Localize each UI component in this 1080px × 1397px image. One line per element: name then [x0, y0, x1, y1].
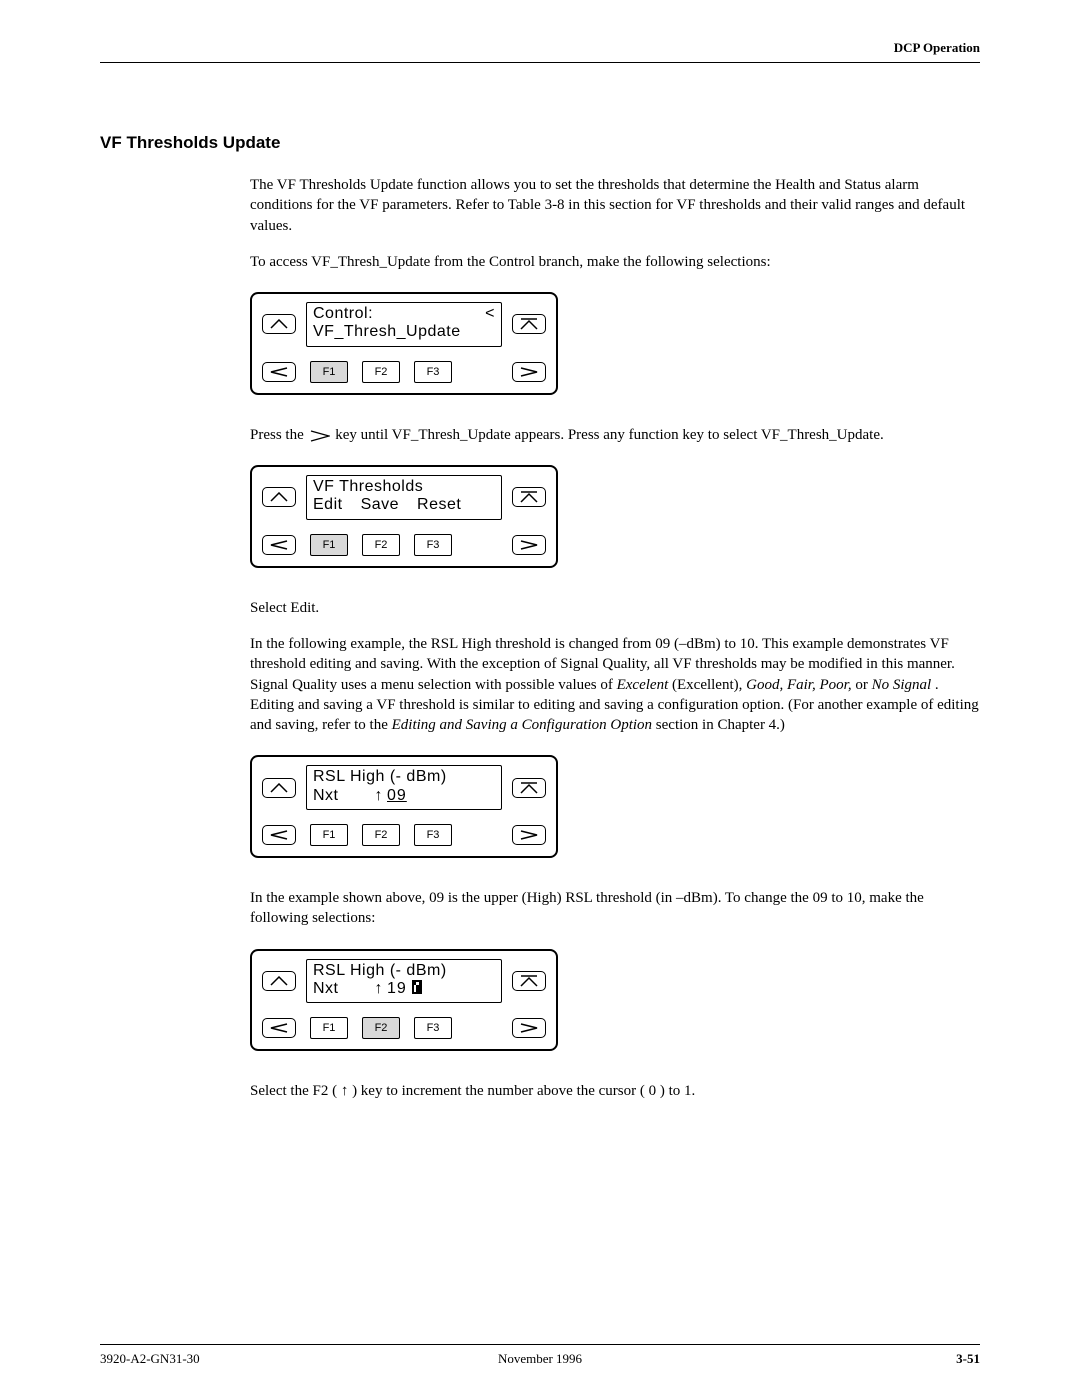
paragraph-3: Press the key until VF_Thresh_Update app…: [250, 425, 980, 445]
p5-excelent: Excelent: [617, 677, 669, 693]
f1-key: F1: [310, 534, 348, 556]
screen-opt-edit: Edit: [313, 496, 343, 514]
screen-opt-reset: Reset: [417, 496, 461, 514]
paragraph-5: In the following example, the RSL High t…: [250, 634, 980, 735]
up-key-icon: [262, 778, 296, 798]
lcd-screen: VF Thresholds Edit Save Reset: [306, 475, 502, 520]
para3a: Press the: [250, 427, 308, 443]
right-key-icon: [512, 825, 546, 845]
up-bar-key-icon: [512, 487, 546, 507]
paragraph-1: The VF Thresholds Update function allows…: [250, 175, 980, 236]
up-bar-key-icon: [512, 314, 546, 334]
left-key-icon: [262, 535, 296, 555]
lcd-panel-rsl-09: RSL High (- dBm) Nxt ↑ 09 F1 F2: [250, 755, 558, 858]
f1-key: F1: [310, 361, 348, 383]
f2-key: F2: [362, 824, 400, 846]
cursor-icon: [412, 980, 422, 994]
footer-date: November 1996: [498, 1351, 582, 1367]
section-title: VF Thresholds Update: [100, 133, 980, 153]
f1-key: F1: [310, 1017, 348, 1039]
lcd-panel-control: Control: < VF_Thresh_Update F1 F2 F3: [250, 292, 558, 395]
screen-nxt: Nxt: [313, 787, 355, 805]
screen-line1: RSL High (- dBm): [313, 768, 495, 786]
p5c: or: [855, 677, 871, 693]
lcd-screen: Control: < VF_Thresh_Update: [306, 302, 502, 347]
screen-value: 19: [387, 980, 422, 998]
f3-key: F3: [414, 361, 452, 383]
lcd-screen: RSL High (- dBm) Nxt ↑ 09: [306, 765, 502, 810]
screen-nxt: Nxt: [313, 980, 355, 998]
f1-key: F1: [310, 824, 348, 846]
right-key-icon: [512, 535, 546, 555]
page-header-right: DCP Operation: [100, 40, 980, 63]
f3-key: F3: [414, 824, 452, 846]
screen-line1-left: Control:: [313, 305, 373, 323]
up-key-icon: [262, 971, 296, 991]
right-key-icon: [512, 362, 546, 382]
p5e: section in Chapter 4.): [656, 717, 785, 733]
lcd-screen: RSL High (- dBm) Nxt ↑ 19: [306, 959, 502, 1004]
left-key-icon: [262, 362, 296, 382]
right-key-inline-icon: [310, 430, 330, 442]
screen-arrow-up-icon: ↑: [355, 980, 387, 998]
up-bar-key-icon: [512, 778, 546, 798]
screen-line1-right: <: [485, 305, 495, 323]
para3b: key until VF_Thresh_Update appears. Pres…: [335, 427, 884, 443]
up-key-icon: [262, 314, 296, 334]
p5b: (Excellent),: [672, 677, 746, 693]
left-key-icon: [262, 825, 296, 845]
screen-line1: VF Thresholds: [313, 478, 495, 496]
lcd-panel-rsl-19: RSL High (- dBm) Nxt ↑ 19 F1 F2: [250, 949, 558, 1052]
screen-value-digits: 19: [387, 980, 407, 997]
f2-key: F2: [362, 361, 400, 383]
right-key-icon: [512, 1018, 546, 1038]
screen-line2: VF_Thresh_Update: [313, 323, 495, 341]
screen-arrow-up-icon: ↑: [355, 787, 387, 805]
p5-nosignal: No Signal: [872, 677, 932, 693]
p5-good: Good, Fair, Poor,: [746, 677, 851, 693]
lcd-panel-vf-thresholds: VF Thresholds Edit Save Reset F1: [250, 465, 558, 568]
paragraph-2: To access VF_Thresh_Update from the Cont…: [250, 252, 980, 272]
screen-opt-save: Save: [361, 496, 399, 514]
screen-value: 09: [387, 787, 407, 805]
footer-doc-id: 3920-A2-GN31-30: [100, 1351, 200, 1367]
f2-key: F2: [362, 534, 400, 556]
paragraph-6: In the example shown above, 09 is the up…: [250, 888, 980, 929]
footer-page-number: 3-51: [956, 1351, 980, 1367]
p5-link: Editing and Saving a Configuration Optio…: [392, 717, 652, 733]
paragraph-4: Select Edit.: [250, 598, 980, 618]
screen-line1: RSL High (- dBm): [313, 962, 495, 980]
page-footer: 3920-A2-GN31-30 November 1996 3-51: [100, 1344, 980, 1367]
up-key-icon: [262, 487, 296, 507]
f3-key: F3: [414, 1017, 452, 1039]
paragraph-7: Select the F2 ( ↑ ) key to increment the…: [250, 1081, 980, 1101]
left-key-icon: [262, 1018, 296, 1038]
f2-key: F2: [362, 1017, 400, 1039]
up-bar-key-icon: [512, 971, 546, 991]
f3-key: F3: [414, 534, 452, 556]
